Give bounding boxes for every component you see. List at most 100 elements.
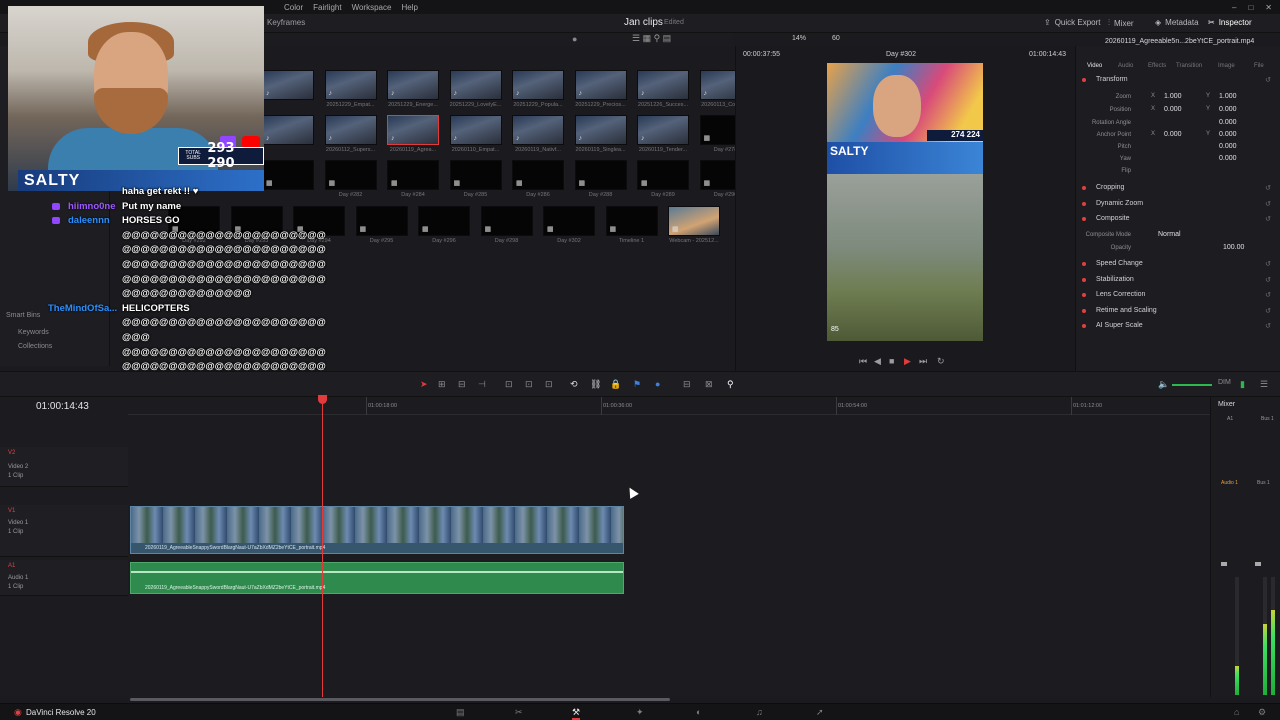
maximize-button[interactable]: □ <box>1248 3 1253 12</box>
dynamic-trim-icon[interactable]: ⊟ <box>458 379 466 390</box>
media-clip[interactable]: ▦ Day #284 <box>387 160 439 198</box>
tab-video[interactable]: Video <box>1087 63 1102 69</box>
media-clip[interactable]: ▦ Day #298 <box>480 206 533 244</box>
media-clip[interactable]: ♪ 20260119_Agrea... <box>387 115 439 153</box>
property-value[interactable]: Normal <box>1158 231 1181 238</box>
media-clip[interactable]: ♪ 20260119_Tender... <box>637 115 689 153</box>
reset-icon[interactable]: ↺ <box>1265 291 1271 299</box>
tab-effects[interactable]: Effects <box>1148 63 1166 69</box>
page-color-icon[interactable]: ◐ <box>696 707 701 717</box>
timeline-timecode[interactable]: 01:00:14:43 <box>36 401 89 412</box>
section-enable-icon[interactable] <box>1082 202 1086 206</box>
blade-tool-icon[interactable]: ⊣ <box>478 379 486 390</box>
media-clip[interactable]: ♪ <box>262 115 314 147</box>
mixer-toggle[interactable]: ⫶ Mixer <box>1108 18 1134 28</box>
dim-button[interactable]: DIM <box>1218 379 1231 386</box>
reset-icon[interactable]: ↺ <box>1265 184 1271 192</box>
snapping-icon[interactable]: ⟲ <box>570 379 578 390</box>
volume-icon[interactable]: 🔈 <box>1158 379 1169 390</box>
section-enable-icon[interactable] <box>1082 186 1086 190</box>
replace-clip-icon[interactable]: ⊡ <box>545 379 553 390</box>
page-fusion-icon[interactable]: ✦ <box>636 707 644 718</box>
overwrite-clip-icon[interactable]: ⊡ <box>525 379 533 390</box>
fader-a1[interactable] <box>1221 562 1227 566</box>
page-edit-icon[interactable]: ⚒ <box>572 707 581 720</box>
media-clip[interactable]: ♪ 20260110_Empat... <box>449 115 502 153</box>
media-clip[interactable]: ▦ Day #302 <box>543 206 595 244</box>
playhead-handle[interactable] <box>318 395 327 404</box>
volume-slider[interactable] <box>1172 384 1212 386</box>
tab-image[interactable]: Image <box>1218 63 1235 69</box>
media-clip[interactable]: ♪ <box>262 70 314 102</box>
timeline-scrollbar[interactable] <box>130 698 670 701</box>
view-options-icon[interactable]: ☰ ▦ ⚲ ▤ <box>632 33 671 44</box>
section-enable-icon[interactable] <box>1082 309 1086 313</box>
menu-fairlight[interactable]: Fairlight <box>313 3 341 12</box>
playhead[interactable] <box>322 397 323 697</box>
property-value[interactable]: 0.000 <box>1219 155 1237 162</box>
track-header-v2[interactable]: V2 Video 2 1 Clip <box>0 447 128 487</box>
metadata-toggle[interactable]: ◈ Metadata <box>1155 18 1199 27</box>
section-enable-icon[interactable] <box>1082 293 1086 297</box>
video-preview[interactable]: 274 224 SALTY 85 <box>827 63 983 341</box>
timeline-ruler[interactable]: 01:00:18:00 01:00:36:00 01:00:54:00 01:01:1… <box>128 397 1210 415</box>
zoom-custom-icon[interactable]: ⚲ <box>727 379 734 390</box>
media-clip[interactable]: ♪ 20260119_Singlea... <box>574 115 627 153</box>
timeline-options-icon[interactable]: ☰ <box>1260 379 1268 390</box>
property-value[interactable]: 100.00 <box>1223 244 1244 251</box>
track-header-a1[interactable]: A1 Audio 1 1 Clip <box>0 560 128 596</box>
section-enable-icon[interactable] <box>1082 262 1086 266</box>
marker-icon[interactable]: ● <box>655 379 660 389</box>
insert-clip-icon[interactable]: ⊡ <box>505 379 513 390</box>
property-value[interactable]: 0.000 <box>1219 131 1237 138</box>
jump-end-icon[interactable]: ⏭ <box>919 356 927 367</box>
section-enable-icon[interactable] <box>1082 78 1086 82</box>
menu-color[interactable]: Color <box>284 3 303 12</box>
media-clip[interactable]: ▦ Day #288 <box>574 160 627 198</box>
audio-clip[interactable]: 20260119_AgreeableSnappySwordBlargNaut-U… <box>130 562 624 594</box>
property-value[interactable]: 1.000 <box>1164 93 1182 100</box>
tab-transition[interactable]: Transition <box>1176 63 1202 69</box>
reset-icon[interactable]: ↺ <box>1265 215 1271 223</box>
section-enable-icon[interactable] <box>1082 217 1086 221</box>
jump-start-icon[interactable]: ⏮ <box>859 356 867 367</box>
media-clip[interactable]: ♪ 20251226_Succes... <box>637 70 689 108</box>
page-fairlight-icon[interactable]: ♫ <box>756 707 763 717</box>
minimize-button[interactable]: – <box>1232 3 1236 12</box>
meter-icon[interactable]: ▮ <box>1240 379 1245 390</box>
play-icon[interactable]: ▶ <box>904 356 911 367</box>
page-cut-icon[interactable]: ✂ <box>515 707 523 718</box>
property-value[interactable]: 0.000 <box>1219 119 1237 126</box>
media-clip[interactable]: ♪ 20260119_Nativf... <box>512 115 564 153</box>
property-value[interactable]: 0.000 <box>1219 143 1237 150</box>
media-clip[interactable]: ♪ 20251229_LovelyE... <box>449 70 502 108</box>
reset-icon[interactable]: ↺ <box>1265 200 1271 208</box>
tab-audio[interactable]: Audio <box>1118 63 1133 69</box>
reset-icon[interactable]: ↺ <box>1265 260 1271 268</box>
zoom-level[interactable]: 14% <box>792 35 806 42</box>
menu-help[interactable]: Help <box>401 3 417 12</box>
media-clip[interactable]: ♪ 20251229_Empat... <box>324 70 377 108</box>
property-value[interactable]: 1.000 <box>1219 93 1237 100</box>
close-button[interactable]: ✕ <box>1265 3 1272 12</box>
reset-icon[interactable]: ↺ <box>1265 276 1271 284</box>
media-clip[interactable]: ▦ Day #289 <box>637 160 689 198</box>
media-clip[interactable]: ♪ 20251229_Popula... <box>512 70 564 108</box>
zoom-full-icon[interactable]: ⊟ <box>683 379 691 390</box>
page-media-icon[interactable]: ▤ <box>456 707 465 718</box>
keyframes-tab[interactable]: Keyframes <box>267 18 305 27</box>
slider-dot-icon[interactable]: ● <box>572 34 577 44</box>
media-clip[interactable]: ▦ Webcam - 202512... <box>668 206 720 244</box>
fader-bus1[interactable] <box>1255 562 1261 566</box>
media-clip[interactable]: ♪ 20260112_Supers... <box>324 115 377 153</box>
reset-icon[interactable]: ↺ <box>1265 322 1271 330</box>
video-clip[interactable]: 20260119_AgreeableSnappySwordBlargNaut-U… <box>130 506 624 554</box>
menu-workspace[interactable]: Workspace <box>352 3 392 12</box>
flag-icon[interactable]: ⚑ <box>633 379 641 390</box>
media-clip[interactable]: ▦ Timeline 1 <box>605 206 658 244</box>
select-tool-icon[interactable]: ➤ <box>420 379 428 390</box>
inspector-toggle[interactable]: ✂ Inspector <box>1208 18 1252 27</box>
trim-tool-icon[interactable]: ⊞ <box>438 379 446 390</box>
stop-icon[interactable]: ■ <box>889 356 894 366</box>
quick-export-button[interactable]: ⇪ Quick Export <box>1044 18 1101 27</box>
